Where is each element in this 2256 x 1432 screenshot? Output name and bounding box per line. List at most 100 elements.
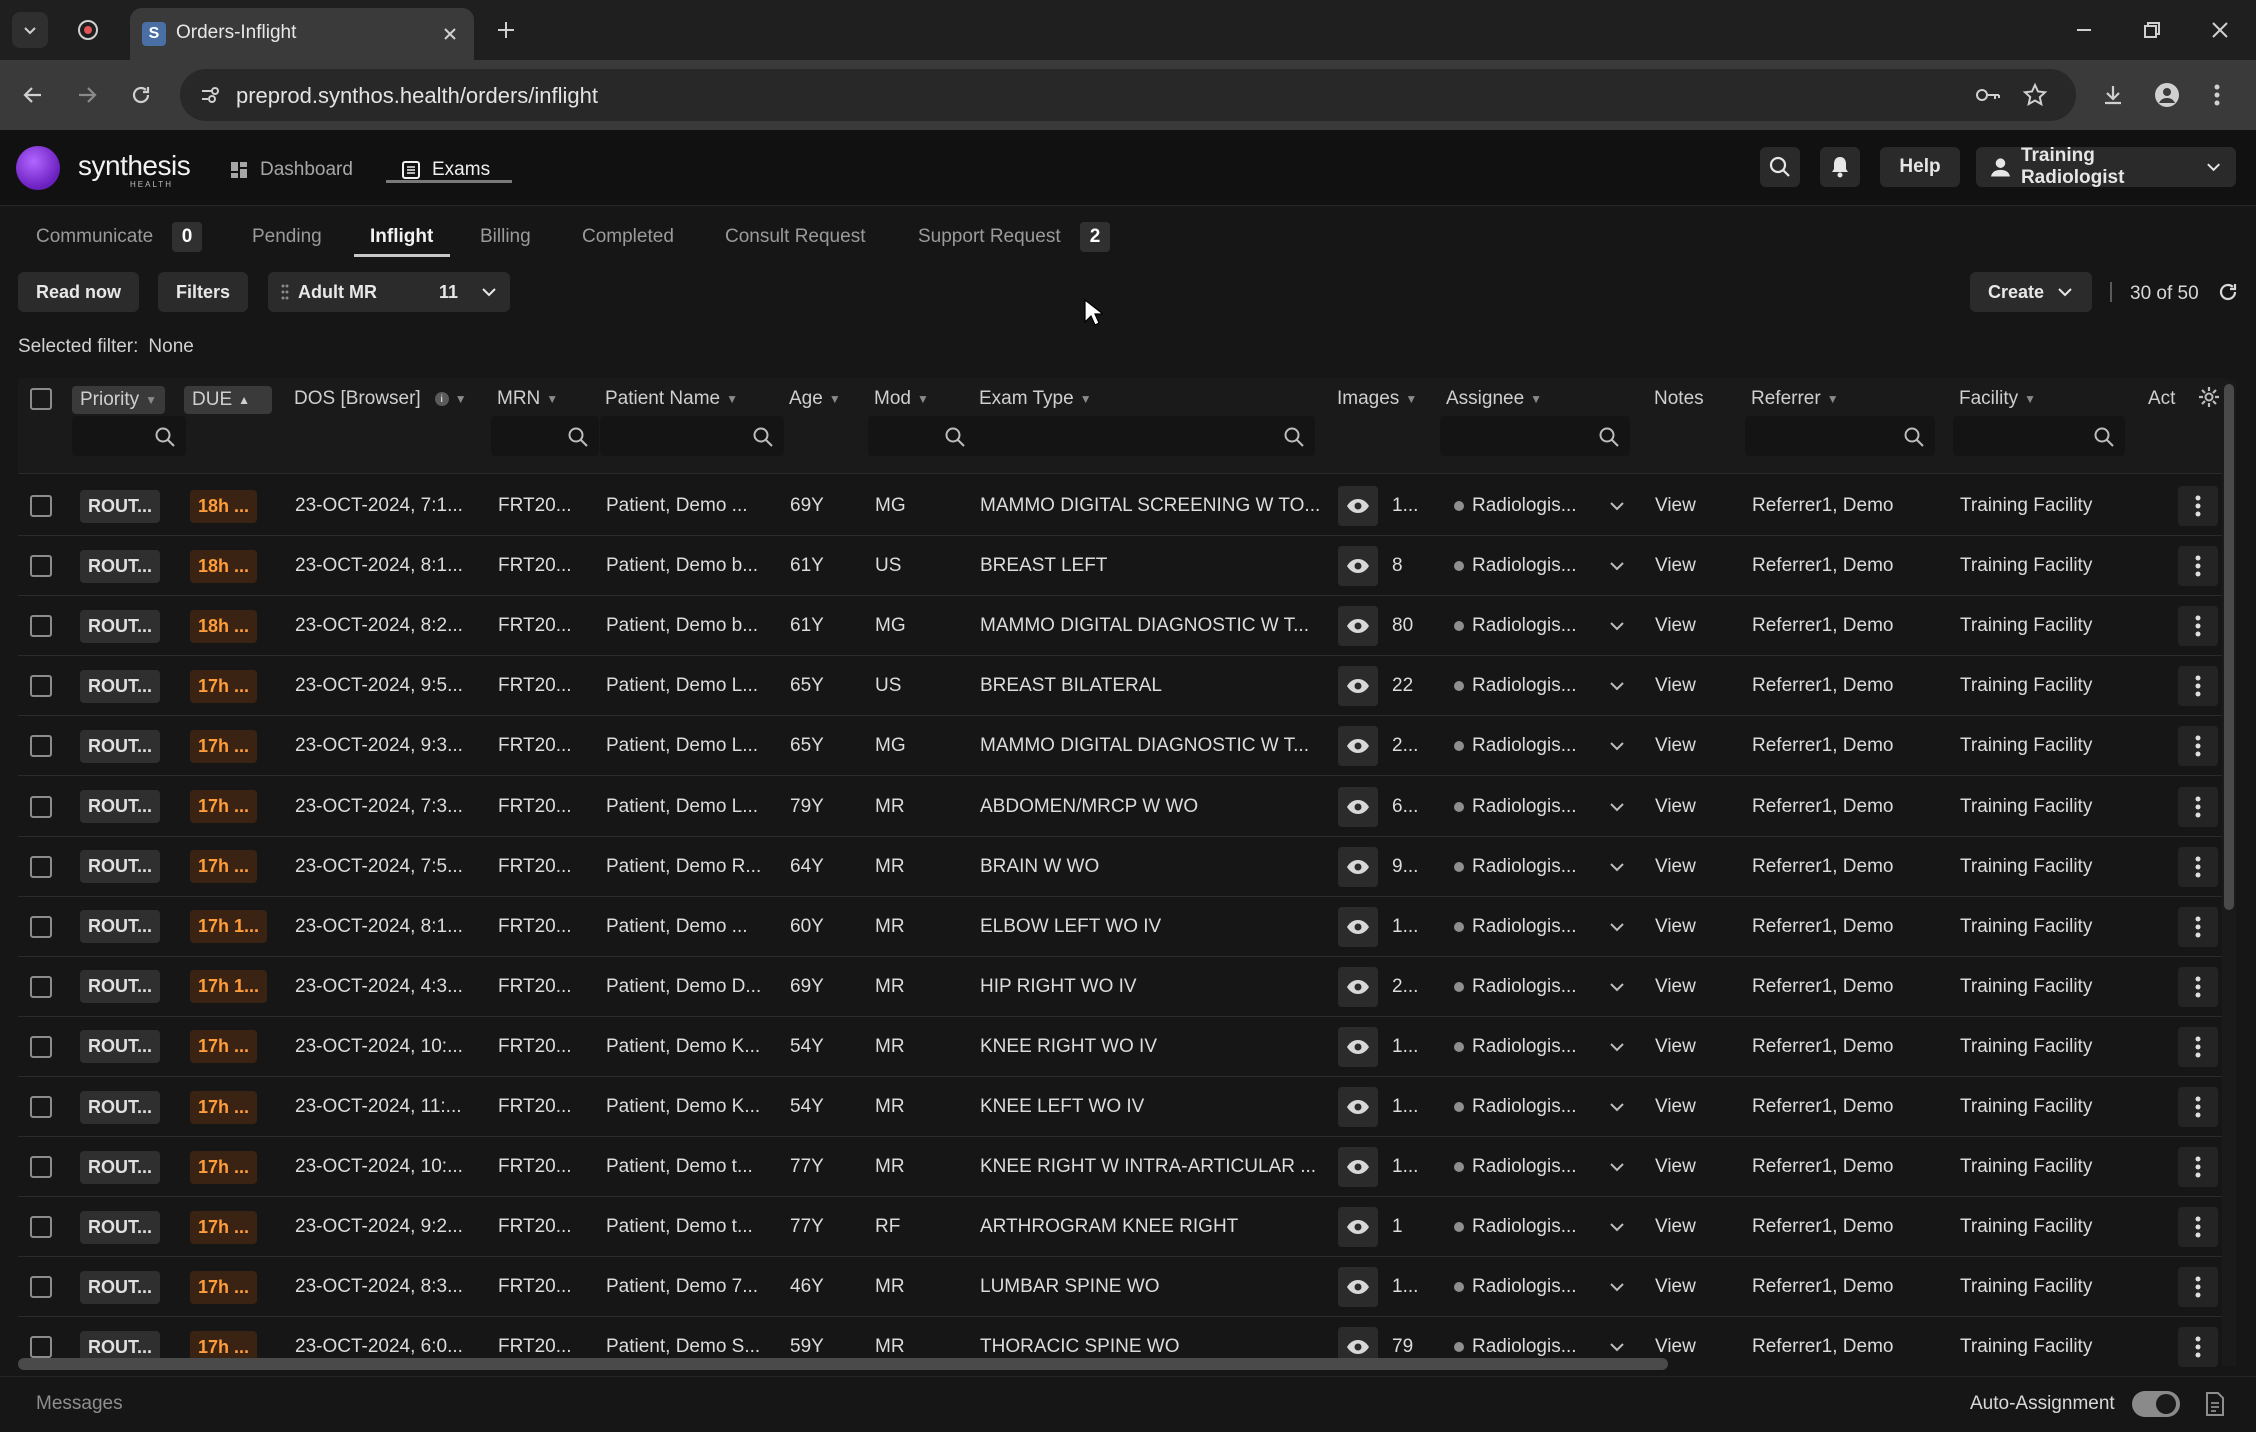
facility-filter-input[interactable] bbox=[1953, 416, 2125, 456]
column-settings-icon[interactable] bbox=[2198, 386, 2220, 408]
search-button[interactable] bbox=[1760, 147, 1800, 187]
assignee-dropdown[interactable]: Radiologis... bbox=[1454, 1137, 1634, 1197]
row-actions-button[interactable] bbox=[2178, 786, 2218, 827]
table-row[interactable]: ROUT... 17h ... 23-OCT-2024, 9:2... FRT2… bbox=[18, 1197, 2226, 1258]
col-facility[interactable]: Facility ▼ bbox=[1959, 388, 2036, 410]
row-actions-button[interactable] bbox=[2178, 726, 2218, 767]
row-checkbox[interactable] bbox=[30, 476, 52, 536]
notes-view-link[interactable]: View bbox=[1655, 596, 1696, 656]
notifications-button[interactable] bbox=[1820, 147, 1860, 187]
row-checkbox[interactable] bbox=[30, 1017, 52, 1077]
table-row[interactable]: ROUT... 17h ... 23-OCT-2024, 10:... FRT2… bbox=[18, 1137, 2226, 1198]
download-icon[interactable] bbox=[2100, 82, 2126, 108]
table-row[interactable]: ROUT... 18h ... 23-OCT-2024, 7:1... FRT2… bbox=[18, 476, 2226, 536]
assignee-dropdown[interactable]: Radiologis... bbox=[1454, 536, 1634, 596]
view-images-button[interactable] bbox=[1338, 606, 1378, 647]
row-checkbox[interactable] bbox=[30, 656, 52, 716]
row-actions-button[interactable] bbox=[2178, 1026, 2218, 1067]
synthesis-logo-icon[interactable] bbox=[16, 146, 60, 190]
col-exam-type[interactable]: Exam Type ▼ bbox=[979, 388, 1092, 410]
notes-view-link[interactable]: View bbox=[1655, 716, 1696, 776]
col-assignee[interactable]: Assignee ▼ bbox=[1446, 388, 1542, 410]
view-images-button[interactable] bbox=[1338, 666, 1378, 707]
minimize-window-icon[interactable] bbox=[2072, 18, 2096, 42]
reload-icon[interactable] bbox=[128, 82, 154, 108]
row-actions-button[interactable] bbox=[2178, 1087, 2218, 1127]
view-images-button[interactable] bbox=[1338, 786, 1378, 827]
table-row[interactable]: ROUT... 17h ... 23-OCT-2024, 7:5... FRT2… bbox=[18, 837, 2226, 897]
notes-view-link[interactable]: View bbox=[1655, 837, 1696, 897]
row-actions-button[interactable] bbox=[2178, 1207, 2218, 1248]
read-now-button[interactable]: Read now bbox=[18, 272, 140, 312]
notes-view-link[interactable]: View bbox=[1655, 536, 1696, 596]
password-key-icon[interactable] bbox=[1974, 83, 2002, 107]
tab-support-request[interactable]: Support Request bbox=[918, 226, 1061, 248]
view-images-button[interactable] bbox=[1338, 1026, 1378, 1067]
row-checkbox[interactable] bbox=[30, 536, 52, 596]
document-icon[interactable] bbox=[2204, 1391, 2226, 1417]
col-mrn[interactable]: MRN ▼ bbox=[497, 388, 558, 410]
tab-inflight[interactable]: Inflight bbox=[370, 226, 433, 248]
tab-pending[interactable]: Pending bbox=[252, 226, 322, 248]
table-row[interactable]: ROUT... 17h ... 23-OCT-2024, 10:... FRT2… bbox=[18, 1017, 2226, 1077]
table-row[interactable]: ROUT... 17h ... 23-OCT-2024, 8:3... FRT2… bbox=[18, 1257, 2226, 1318]
table-row[interactable]: ROUT... 17h ... 23-OCT-2024, 11:... FRT2… bbox=[18, 1077, 2226, 1137]
row-actions-button[interactable] bbox=[2178, 1147, 2218, 1188]
filters-button[interactable]: Filters bbox=[158, 272, 249, 312]
view-images-button[interactable] bbox=[1338, 846, 1378, 887]
create-button[interactable]: Create bbox=[1970, 272, 2092, 312]
horizontal-scrollbar-thumb[interactable] bbox=[18, 1358, 1668, 1370]
exam-type-filter-input[interactable] bbox=[973, 416, 1315, 456]
notes-view-link[interactable]: View bbox=[1655, 1257, 1696, 1317]
forward-icon[interactable] bbox=[74, 82, 100, 108]
auto-assignment-toggle[interactable] bbox=[2132, 1391, 2180, 1417]
col-due[interactable]: DUE ▲ bbox=[184, 386, 272, 414]
table-row[interactable]: ROUT... 17h ... 23-OCT-2024, 9:5... FRT2… bbox=[18, 656, 2226, 717]
tab-consult-request[interactable]: Consult Request bbox=[725, 226, 865, 248]
notes-view-link[interactable]: View bbox=[1655, 1077, 1696, 1137]
assignee-dropdown[interactable]: Radiologis... bbox=[1454, 1257, 1634, 1317]
site-info-icon[interactable] bbox=[198, 83, 222, 107]
tab-communicate[interactable]: Communicate bbox=[36, 226, 153, 248]
row-actions-button[interactable] bbox=[2178, 846, 2218, 887]
tab-completed[interactable]: Completed bbox=[582, 226, 674, 248]
row-checkbox[interactable] bbox=[30, 596, 52, 656]
row-actions-button[interactable] bbox=[2178, 546, 2218, 587]
col-referrer[interactable]: Referrer ▼ bbox=[1751, 388, 1839, 410]
notes-view-link[interactable]: View bbox=[1655, 656, 1696, 716]
view-images-button[interactable] bbox=[1338, 1087, 1378, 1127]
notes-view-link[interactable]: View bbox=[1655, 1017, 1696, 1077]
assignee-dropdown[interactable]: Radiologis... bbox=[1454, 656, 1634, 716]
notes-view-link[interactable]: View bbox=[1655, 1197, 1696, 1257]
table-row[interactable]: ROUT... 18h ... 23-OCT-2024, 8:1... FRT2… bbox=[18, 536, 2226, 597]
priority-filter-input[interactable] bbox=[72, 416, 186, 456]
row-checkbox[interactable] bbox=[30, 957, 52, 1017]
col-age[interactable]: Age ▼ bbox=[789, 388, 841, 410]
view-images-button[interactable] bbox=[1338, 1207, 1378, 1248]
info-icon[interactable]: i bbox=[434, 392, 449, 406]
row-checkbox[interactable] bbox=[30, 1197, 52, 1257]
row-actions-button[interactable] bbox=[2178, 666, 2218, 707]
nav-dashboard[interactable]: Dashboard bbox=[230, 152, 353, 188]
assignee-filter-input[interactable] bbox=[1440, 416, 1630, 456]
row-checkbox[interactable] bbox=[30, 837, 52, 897]
patient-name-filter-input[interactable] bbox=[600, 416, 784, 456]
assignee-dropdown[interactable]: Radiologis... bbox=[1454, 1077, 1634, 1137]
notes-view-link[interactable]: View bbox=[1655, 777, 1696, 837]
worklist-selector[interactable]: Adult MR 11 bbox=[268, 272, 510, 312]
view-images-button[interactable] bbox=[1338, 726, 1378, 767]
mod-filter-input[interactable] bbox=[868, 416, 976, 456]
view-images-button[interactable] bbox=[1338, 1267, 1378, 1308]
row-actions-button[interactable] bbox=[2178, 906, 2218, 947]
row-checkbox[interactable] bbox=[30, 1077, 52, 1137]
browser-tab-active[interactable]: S Orders-Inflight bbox=[130, 8, 474, 60]
notes-view-link[interactable]: View bbox=[1655, 957, 1696, 1017]
row-checkbox[interactable] bbox=[30, 716, 52, 776]
col-dos[interactable]: DOS [Browser] i ▼ bbox=[294, 388, 467, 410]
assignee-dropdown[interactable]: Radiologis... bbox=[1454, 777, 1634, 837]
view-images-button[interactable] bbox=[1338, 546, 1378, 587]
referrer-filter-input[interactable] bbox=[1745, 416, 1935, 456]
select-all-checkbox[interactable] bbox=[30, 388, 52, 410]
new-tab-icon[interactable] bbox=[494, 18, 518, 42]
notes-view-link[interactable]: View bbox=[1655, 897, 1696, 957]
